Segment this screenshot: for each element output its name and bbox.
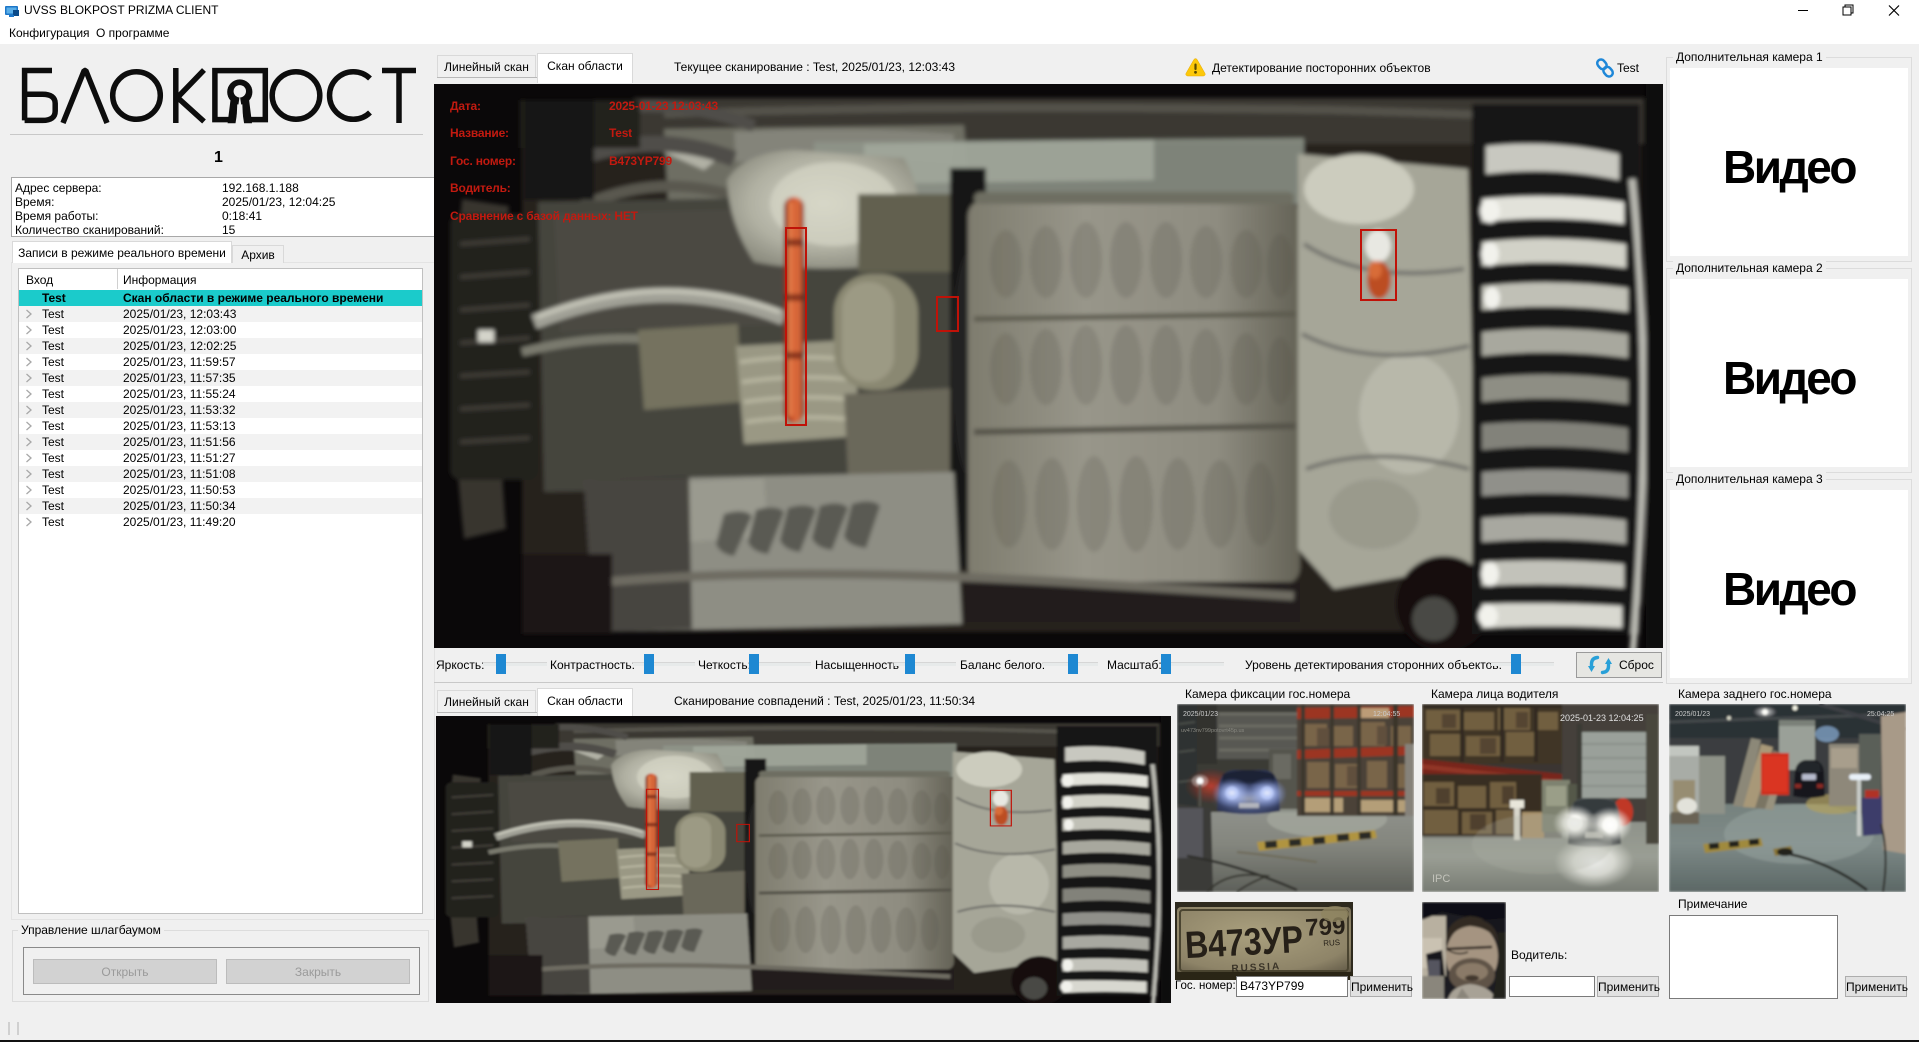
svg-text:uv473nv799potovrt45p.us: uv473nv799potovrt45p.us: [1181, 728, 1245, 734]
svg-text:2025/01/23: 2025/01/23: [1183, 711, 1218, 718]
svg-text:IPC: IPC: [1432, 873, 1450, 885]
svg-text:2025/01/23: 2025/01/23: [1675, 711, 1710, 718]
svg-text:2025-01-23 12:04:25: 2025-01-23 12:04:25: [1560, 713, 1644, 723]
svg-text:В473УР: В473УР: [1184, 919, 1304, 967]
svg-text:25:04:25: 25:04:25: [1867, 711, 1894, 718]
svg-text:12:04:55: 12:04:55: [1373, 711, 1400, 718]
svg-text:RUS: RUS: [1323, 938, 1340, 948]
